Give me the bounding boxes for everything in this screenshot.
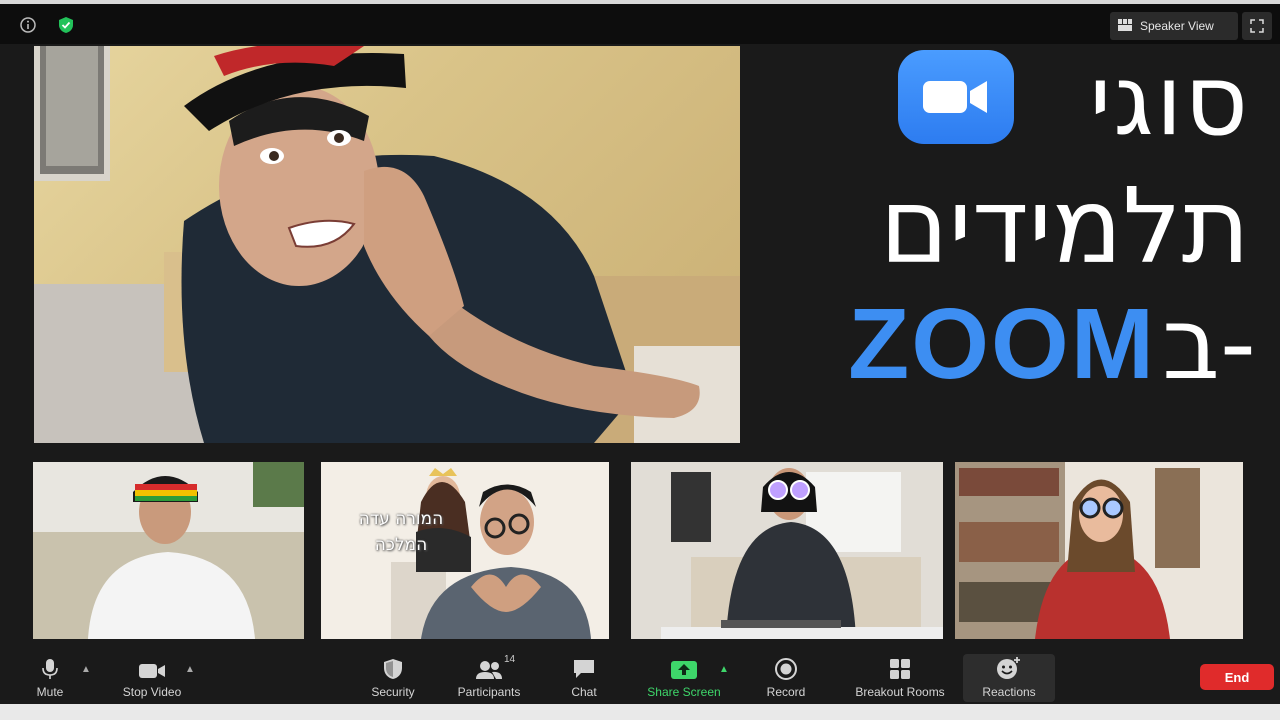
mute-button[interactable]: Mute (28, 654, 72, 702)
title-line-3: ZOOM ב- (848, 285, 1256, 402)
title-prefix: ב- (1162, 285, 1256, 402)
zoom-meeting-window: Speaker View סוגי תלמידים ZOOM ב- המורה … (0, 0, 1280, 720)
participants-count-badge: 14 (504, 654, 516, 665)
reactions-button[interactable]: Reactions (963, 654, 1055, 702)
main-speaker-video[interactable] (34, 46, 740, 443)
speaker-view-button[interactable]: Speaker View (1110, 12, 1238, 40)
title-line-1: סוגי (1089, 44, 1250, 158)
video-camera-icon (138, 654, 166, 680)
grid-view-icon (1118, 18, 1132, 34)
share-options-chevron-up-icon[interactable]: ▲ (719, 664, 729, 675)
encryption-shield-icon[interactable] (54, 13, 78, 37)
video-title-overlay: סוגי תלמידים ZOOM ב- (760, 46, 1270, 446)
breakout-rooms-button[interactable]: Breakout Rooms (843, 654, 957, 702)
participant-video-2[interactable]: המורה עדה המלכה (321, 462, 609, 639)
title-line-2: תלמידים (879, 165, 1250, 287)
end-meeting-button[interactable]: End (1200, 664, 1274, 690)
window-bottom-edge (0, 704, 1280, 720)
meeting-info-icon[interactable] (16, 13, 40, 37)
record-button[interactable]: Record (760, 654, 812, 702)
chat-button[interactable]: Chat (562, 654, 606, 702)
microphone-icon (41, 654, 59, 680)
security-button[interactable]: Security (362, 654, 424, 702)
share-screen-arrow-icon (670, 654, 698, 680)
title-zoom-word: ZOOM (848, 288, 1157, 400)
participant-video-4[interactable] (955, 462, 1243, 639)
meeting-controls-toolbar: Mute ▲ Stop Video ▲ Security 14 Particip… (0, 652, 1280, 704)
fullscreen-icon (1250, 19, 1264, 33)
smiley-plus-icon (995, 654, 1023, 680)
security-shield-icon (383, 654, 403, 680)
participants-icon (474, 654, 504, 680)
participants-button[interactable]: 14 Participants (448, 654, 530, 702)
participant-overlay-caption: המורה עדה המלכה (358, 509, 444, 555)
zoom-camera-logo-icon (898, 50, 1014, 144)
speaker-view-label: Speaker View (1140, 19, 1214, 33)
fullscreen-button[interactable] (1242, 12, 1272, 40)
chat-bubble-icon (572, 654, 596, 680)
breakout-rooms-grid-icon (889, 654, 911, 680)
participant-video-3[interactable] (631, 462, 943, 639)
record-icon (774, 654, 798, 680)
stop-video-button[interactable]: Stop Video (112, 654, 192, 702)
video-options-chevron-up-icon[interactable]: ▲ (185, 664, 195, 675)
participant-video-1[interactable] (33, 462, 304, 639)
mute-options-chevron-up-icon[interactable]: ▲ (81, 664, 91, 675)
share-screen-button[interactable]: Share Screen (638, 654, 730, 702)
top-bar: Speaker View (0, 0, 1280, 44)
